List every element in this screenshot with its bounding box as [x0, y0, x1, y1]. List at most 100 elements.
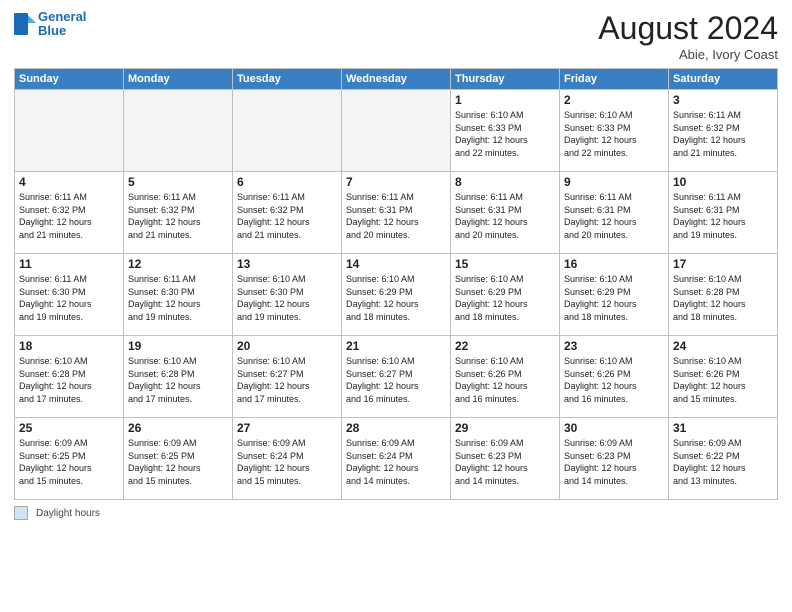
- day-info: Sunrise: 6:11 AM Sunset: 6:31 PM Dayligh…: [564, 191, 664, 241]
- day-number: 8: [455, 175, 555, 189]
- calendar-cell: 24 Sunrise: 6:10 AM Sunset: 6:26 PM Dayli…: [669, 336, 778, 418]
- day-number: 4: [19, 175, 119, 189]
- day-number: 24: [673, 339, 773, 353]
- calendar-header-thursday: Thursday: [451, 69, 560, 90]
- day-number: 14: [346, 257, 446, 271]
- calendar-header-tuesday: Tuesday: [233, 69, 342, 90]
- day-number: 17: [673, 257, 773, 271]
- day-info: Sunrise: 6:09 AM Sunset: 6:22 PM Dayligh…: [673, 437, 773, 487]
- calendar-week-2: 11 Sunrise: 6:11 AM Sunset: 6:30 PM Dayli…: [15, 254, 778, 336]
- logo-blue-text: Blue: [38, 24, 86, 38]
- main-container: General Blue August 2024 Abie, Ivory Coa…: [0, 0, 792, 612]
- calendar-cell: 19Sunrise: 6:10 AM Sunset: 6:28 PM Dayli…: [124, 336, 233, 418]
- logo: General Blue: [14, 10, 86, 37]
- day-number: 20: [237, 339, 337, 353]
- day-number: 12: [128, 257, 228, 271]
- calendar-cell: 29Sunrise: 6:09 AM Sunset: 6:23 PM Dayli…: [451, 418, 560, 500]
- calendar-cell: 16 Sunrise: 6:10 AM Sunset: 6:29 PM Dayli…: [560, 254, 669, 336]
- day-info: Sunrise: 6:10 AM Sunset: 6:33 PM Dayligh…: [564, 109, 664, 159]
- day-info: Sunrise: 6:11 AM Sunset: 6:31 PM Dayligh…: [673, 191, 773, 241]
- day-number: 2: [564, 93, 664, 107]
- calendar-cell: 25 Sunrise: 6:09 AM Sunset: 6:25 PM Dayli…: [15, 418, 124, 500]
- day-number: 26: [128, 421, 228, 435]
- calendar-cell: 28 Sunrise: 6:09 AM Sunset: 6:24 PM Dayli…: [342, 418, 451, 500]
- day-number: 21: [346, 339, 446, 353]
- day-info: Sunrise: 6:10 AM Sunset: 6:26 PM Dayligh…: [564, 355, 664, 405]
- calendar-cell: 22Sunrise: 6:10 AM Sunset: 6:26 PM Dayli…: [451, 336, 560, 418]
- day-number: 10: [673, 175, 773, 189]
- day-info: Sunrise: 6:10 AM Sunset: 6:26 PM Dayligh…: [455, 355, 555, 405]
- header: General Blue August 2024 Abie, Ivory Coa…: [14, 10, 778, 62]
- day-number: 3: [673, 93, 773, 107]
- calendar-header-monday: Monday: [124, 69, 233, 90]
- day-number: 29: [455, 421, 555, 435]
- day-number: 23: [564, 339, 664, 353]
- day-number: 16: [564, 257, 664, 271]
- calendar-cell: 1 Sunrise: 6:10 AM Sunset: 6:33 PM Daylig…: [451, 90, 560, 172]
- day-info: Sunrise: 6:09 AM Sunset: 6:24 PM Dayligh…: [237, 437, 337, 487]
- calendar-cell: 9Sunrise: 6:11 AM Sunset: 6:31 PM Daylig…: [560, 172, 669, 254]
- calendar-cell: [342, 90, 451, 172]
- day-info: Sunrise: 6:10 AM Sunset: 6:29 PM Dayligh…: [564, 273, 664, 323]
- day-number: 11: [19, 257, 119, 271]
- calendar-cell: 5 Sunrise: 6:11 AM Sunset: 6:32 PM Daylig…: [124, 172, 233, 254]
- day-info: Sunrise: 6:10 AM Sunset: 6:27 PM Dayligh…: [346, 355, 446, 405]
- calendar-cell: 26 Sunrise: 6:09 AM Sunset: 6:25 PM Dayli…: [124, 418, 233, 500]
- day-info: Sunrise: 6:11 AM Sunset: 6:30 PM Dayligh…: [128, 273, 228, 323]
- calendar-cell: 4 Sunrise: 6:11 AM Sunset: 6:32 PM Daylig…: [15, 172, 124, 254]
- calendar-header-sunday: Sunday: [15, 69, 124, 90]
- day-info: Sunrise: 6:10 AM Sunset: 6:28 PM Dayligh…: [673, 273, 773, 323]
- day-number: 1: [455, 93, 555, 107]
- legend: Daylight hours: [14, 506, 778, 520]
- calendar-header-wednesday: Wednesday: [342, 69, 451, 90]
- calendar-cell: [233, 90, 342, 172]
- calendar-week-0: 1 Sunrise: 6:10 AM Sunset: 6:33 PM Daylig…: [15, 90, 778, 172]
- day-number: 25: [19, 421, 119, 435]
- calendar-cell: 12 Sunrise: 6:11 AM Sunset: 6:30 PM Dayli…: [124, 254, 233, 336]
- day-number: 13: [237, 257, 337, 271]
- calendar-header-saturday: Saturday: [669, 69, 778, 90]
- calendar-cell: 31 Sunrise: 6:09 AM Sunset: 6:22 PM Dayli…: [669, 418, 778, 500]
- calendar-week-3: 18Sunrise: 6:10 AM Sunset: 6:28 PM Dayli…: [15, 336, 778, 418]
- day-number: 27: [237, 421, 337, 435]
- day-number: 28: [346, 421, 446, 435]
- day-info: Sunrise: 6:09 AM Sunset: 6:25 PM Dayligh…: [19, 437, 119, 487]
- month-title: August 2024: [598, 10, 778, 47]
- calendar-cell: 21 Sunrise: 6:10 AM Sunset: 6:27 PM Dayli…: [342, 336, 451, 418]
- day-info: Sunrise: 6:09 AM Sunset: 6:25 PM Dayligh…: [128, 437, 228, 487]
- calendar-week-1: 4 Sunrise: 6:11 AM Sunset: 6:32 PM Daylig…: [15, 172, 778, 254]
- calendar-cell: 15Sunrise: 6:10 AM Sunset: 6:29 PM Dayli…: [451, 254, 560, 336]
- day-info: Sunrise: 6:10 AM Sunset: 6:33 PM Dayligh…: [455, 109, 555, 159]
- calendar-cell: 23 Sunrise: 6:10 AM Sunset: 6:26 PM Dayli…: [560, 336, 669, 418]
- calendar-cell: 2 Sunrise: 6:10 AM Sunset: 6:33 PM Daylig…: [560, 90, 669, 172]
- day-info: Sunrise: 6:10 AM Sunset: 6:28 PM Dayligh…: [19, 355, 119, 405]
- calendar-cell: 13 Sunrise: 6:10 AM Sunset: 6:30 PM Dayli…: [233, 254, 342, 336]
- calendar-cell: 27 Sunrise: 6:09 AM Sunset: 6:24 PM Dayli…: [233, 418, 342, 500]
- day-info: Sunrise: 6:10 AM Sunset: 6:26 PM Dayligh…: [673, 355, 773, 405]
- calendar-cell: [15, 90, 124, 172]
- calendar-week-4: 25 Sunrise: 6:09 AM Sunset: 6:25 PM Dayli…: [15, 418, 778, 500]
- calendar-cell: 14Sunrise: 6:10 AM Sunset: 6:29 PM Dayli…: [342, 254, 451, 336]
- calendar-cell: 11Sunrise: 6:11 AM Sunset: 6:30 PM Dayli…: [15, 254, 124, 336]
- day-info: Sunrise: 6:09 AM Sunset: 6:24 PM Dayligh…: [346, 437, 446, 487]
- day-number: 6: [237, 175, 337, 189]
- day-info: Sunrise: 6:09 AM Sunset: 6:23 PM Dayligh…: [564, 437, 664, 487]
- logo-svg: [14, 13, 36, 35]
- calendar-cell: [124, 90, 233, 172]
- calendar-cell: 8Sunrise: 6:11 AM Sunset: 6:31 PM Daylig…: [451, 172, 560, 254]
- day-info: Sunrise: 6:10 AM Sunset: 6:30 PM Dayligh…: [237, 273, 337, 323]
- day-info: Sunrise: 6:11 AM Sunset: 6:32 PM Dayligh…: [237, 191, 337, 241]
- calendar-table: SundayMondayTuesdayWednesdayThursdayFrid…: [14, 68, 778, 500]
- legend-box: [14, 506, 28, 520]
- day-info: Sunrise: 6:11 AM Sunset: 6:32 PM Dayligh…: [19, 191, 119, 241]
- title-area: August 2024 Abie, Ivory Coast: [598, 10, 778, 62]
- day-info: Sunrise: 6:11 AM Sunset: 6:32 PM Dayligh…: [673, 109, 773, 159]
- day-info: Sunrise: 6:11 AM Sunset: 6:32 PM Dayligh…: [128, 191, 228, 241]
- day-info: Sunrise: 6:10 AM Sunset: 6:27 PM Dayligh…: [237, 355, 337, 405]
- day-number: 31: [673, 421, 773, 435]
- legend-label: Daylight hours: [36, 508, 100, 519]
- logo-general-text: General: [38, 10, 86, 24]
- calendar-header-friday: Friday: [560, 69, 669, 90]
- day-number: 5: [128, 175, 228, 189]
- calendar-cell: 17 Sunrise: 6:10 AM Sunset: 6:28 PM Dayli…: [669, 254, 778, 336]
